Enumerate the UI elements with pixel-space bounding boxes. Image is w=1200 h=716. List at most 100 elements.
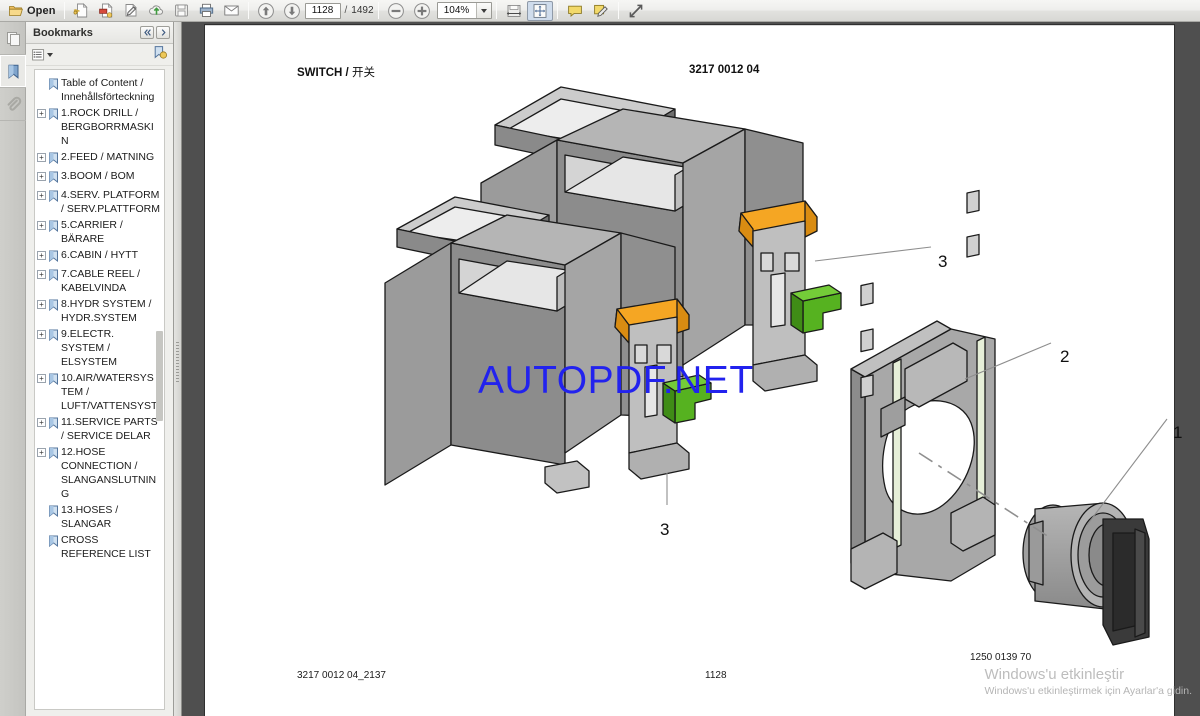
sidebar-icon-attachments[interactable] — [0, 88, 26, 121]
bookmark-item-label: 7.CABLE REEL / KABELVINDA — [61, 268, 140, 294]
page-number-input[interactable] — [304, 2, 341, 19]
fullscreen-arrows-icon — [627, 2, 645, 20]
email-button[interactable] — [219, 1, 244, 21]
bookmark-ribbon-icon — [48, 269, 59, 284]
bookmark-item[interactable]: +11.SERVICE PARTS / SERVICE DELAR — [37, 414, 162, 444]
sidebar-icon-bookmarks[interactable] — [0, 55, 26, 88]
bookmark-item[interactable]: +6.CABIN / HYTT — [37, 247, 162, 266]
bookmarks-scrollbar[interactable] — [156, 71, 163, 708]
zoom-in-button[interactable] — [409, 1, 435, 21]
expand-toggle-icon[interactable]: + — [37, 418, 46, 427]
bookmark-ribbon-icon — [48, 171, 59, 186]
bookmark-ribbon-icon — [48, 417, 59, 432]
edit-pdf-button[interactable] — [119, 1, 144, 21]
bookmark-item[interactable]: +9.ELECTR. SYSTEM / ELSYSTEM — [37, 326, 162, 370]
create-pdf-button[interactable] — [69, 1, 94, 21]
open-button-label: Open — [27, 4, 56, 17]
previous-page-button[interactable] — [253, 1, 279, 21]
zoom-out-button[interactable] — [383, 1, 409, 21]
expand-toggle-icon[interactable]: + — [37, 270, 46, 279]
fit-page-button[interactable] — [526, 0, 553, 21]
highlight-button[interactable] — [588, 1, 614, 21]
bookmark-item[interactable]: +7.CABLE REEL / KABELVINDA — [37, 266, 162, 296]
expand-toggle-icon[interactable]: + — [37, 251, 46, 260]
bookmark-ribbon-icon — [48, 250, 59, 265]
combine-files-button[interactable] — [94, 1, 119, 21]
document-viewport[interactable]: SWITCH / 开关 3217 0012 04 AUTOPDF.NET 3 3… — [182, 22, 1200, 716]
expand-toggle-icon[interactable]: + — [37, 191, 46, 200]
comment-bubble-icon — [566, 2, 584, 20]
bookmark-item[interactable]: +4.SERV. PLATFORM / SERV.PLATTFORM — [37, 187, 162, 217]
bookmark-item[interactable]: CROSS REFERENCE LIST — [37, 532, 162, 562]
bookmark-ribbon-icon — [48, 299, 59, 314]
print-button[interactable] — [194, 1, 219, 21]
save-button[interactable] — [169, 1, 194, 21]
expand-toggle-icon[interactable]: + — [37, 153, 46, 162]
bookmark-item[interactable]: +2.FEED / MATNING — [37, 149, 162, 168]
bookmark-ribbon-icon — [48, 108, 59, 123]
expand-toggle-placeholder — [37, 79, 46, 88]
fit-width-button[interactable] — [501, 1, 527, 21]
bookmark-ribbon-icon — [48, 329, 59, 344]
pdf-reader-window: Open 1128 / 1492 104% Bookmarks Table of… — [0, 0, 1200, 716]
bookmark-item-label: 2.FEED / MATNING — [61, 151, 155, 163]
zoom-level-combo[interactable]: 104% — [436, 2, 492, 19]
bookmark-ribbon-icon — [48, 78, 59, 93]
mounting-bracket — [850, 189, 996, 590]
bookmark-ribbon-icon — [48, 373, 59, 388]
fullscreen-button[interactable] — [623, 1, 649, 21]
bookmark-item[interactable]: +5.CARRIER / BÄRARE — [37, 217, 162, 247]
bookmark-item-label: Table of Content / Innehållsförteckning — [61, 77, 155, 103]
expand-toggle-icon[interactable]: + — [37, 221, 46, 230]
list-options-icon — [32, 48, 45, 61]
expand-toggle-icon[interactable]: + — [37, 172, 46, 181]
bookmark-item-label: 5.CARRIER / BÄRARE — [61, 219, 123, 245]
toolbar-separator — [63, 2, 65, 19]
bookmark-item[interactable]: +12.HOSE CONNECTION / SLANGANSLUTNING — [37, 444, 162, 502]
callout-number: 1 — [1173, 423, 1183, 442]
callout-number: 2 — [1060, 347, 1070, 366]
printer-icon — [198, 2, 215, 19]
bookmark-item-label: 9.ELECTR. SYSTEM / ELSYSTEM — [61, 328, 118, 368]
bookmark-item-label: 3.BOOM / BOM — [61, 170, 135, 182]
next-page-button[interactable] — [279, 1, 305, 21]
panel-collapse-button[interactable] — [140, 26, 154, 39]
expand-toggle-placeholder — [37, 506, 46, 515]
expand-toggle-icon[interactable]: + — [37, 109, 46, 118]
new-bookmark-button[interactable] — [153, 45, 167, 64]
folder-open-icon — [8, 3, 24, 19]
bookmark-item-label: 12.HOSE CONNECTION / SLANGANSLUTNING — [61, 446, 157, 500]
expand-toggle-icon[interactable]: + — [37, 330, 46, 339]
sidebar-icon-pages[interactable] — [0, 22, 26, 55]
bookmark-item-label: 13.HOSES / SLANGAR — [61, 504, 119, 530]
bookmark-options-button[interactable] — [32, 48, 53, 61]
panel-splitter[interactable] — [174, 22, 182, 716]
comment-button[interactable] — [562, 1, 588, 21]
upload-cloud-button[interactable] — [144, 1, 169, 21]
bookmark-item[interactable]: +3.BOOM / BOM — [37, 168, 162, 187]
new-bookmark-icon — [153, 45, 167, 59]
bookmarks-scrollbar-thumb[interactable] — [156, 331, 163, 421]
bookmark-item[interactable]: +1.ROCK DRILL / BERGBORRMASKIN — [37, 105, 162, 149]
bookmarks-tree[interactable]: Table of Content / Innehållsförteckning +… — [34, 69, 165, 710]
zoom-level-value: 104% — [443, 5, 470, 16]
bookmark-ribbon-icon — [48, 505, 59, 520]
bookmark-ribbon-icon — [5, 63, 22, 80]
expand-toggle-icon[interactable]: + — [37, 300, 46, 309]
bookmark-item[interactable]: +8.HYDR SYSTEM / HYDR.SYSTEM — [37, 296, 162, 326]
bookmark-item[interactable]: +10.AIR/WATERSYSTEM / LUFT/VATTENSYST — [37, 370, 162, 414]
bookmark-item[interactable]: Table of Content / Innehållsförteckning — [37, 75, 162, 105]
edit-pdf-icon — [123, 2, 140, 19]
envelope-icon — [223, 2, 240, 19]
expand-toggle-icon[interactable]: + — [37, 374, 46, 383]
bookmark-item-label: CROSS REFERENCE LIST — [61, 534, 151, 560]
chevron-right-icon — [159, 28, 168, 37]
page-separator: / — [344, 5, 348, 16]
zoom-dropdown-button[interactable] — [475, 3, 491, 18]
page-footer-center: 1128 — [705, 670, 727, 681]
open-button[interactable]: Open — [4, 1, 60, 21]
expand-toggle-icon[interactable]: + — [37, 448, 46, 457]
bookmark-ribbon-icon — [48, 447, 59, 462]
bookmark-item[interactable]: 13.HOSES / SLANGAR — [37, 502, 162, 532]
panel-expand-button[interactable] — [156, 26, 170, 39]
